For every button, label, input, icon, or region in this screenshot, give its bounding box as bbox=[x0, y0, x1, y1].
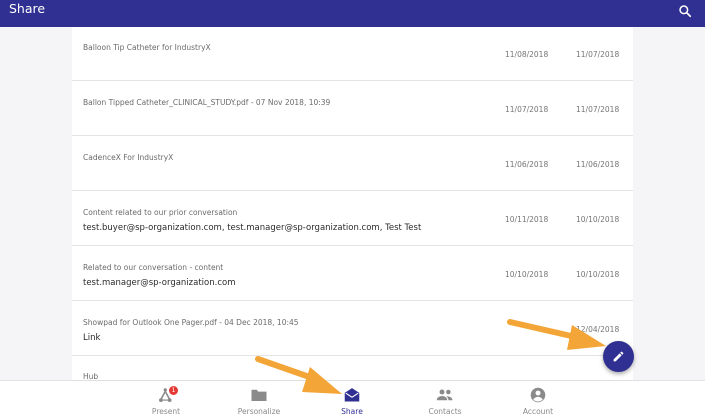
app-header: Share bbox=[0, 0, 705, 27]
list-item[interactable]: Content related to our prior conversatio… bbox=[72, 191, 633, 246]
item-title: Content related to our prior conversatio… bbox=[83, 208, 238, 217]
nav-label: Contacts bbox=[428, 407, 462, 416]
item-recipients: test.manager@sp-organization.com bbox=[83, 278, 236, 288]
list-item[interactable]: Showpad for Outlook One Pager.pdf - 04 D… bbox=[72, 301, 633, 356]
item-date-created: 10/10/2018 bbox=[505, 270, 549, 279]
compose-fab-button[interactable] bbox=[603, 341, 634, 372]
item-title: CadenceX For IndustryX bbox=[83, 153, 174, 162]
list-item[interactable]: Ballon Tipped Catheter_CLINICAL_STUDY.pd… bbox=[72, 81, 633, 136]
item-date-created: 11/06/2018 bbox=[505, 160, 549, 169]
item-date-modified: 11/07/2018 bbox=[576, 105, 620, 114]
nav-label: Present bbox=[151, 407, 181, 416]
item-date-created: 11/07/2018 bbox=[505, 105, 549, 114]
account-icon bbox=[530, 387, 546, 403]
item-title: Related to our conversation - content bbox=[83, 263, 224, 272]
nav-item-personalize[interactable]: Personalize bbox=[224, 381, 294, 420]
list-item[interactable]: CadenceX For IndustryX 11/06/2018 11/06/… bbox=[72, 136, 633, 191]
search-icon bbox=[679, 5, 692, 18]
item-date-modified: 12/04/2018 bbox=[576, 325, 620, 334]
item-date-modified: 10/10/2018 bbox=[576, 270, 620, 279]
app-window: Share Balloon Tip Catheter for IndustryX… bbox=[0, 0, 705, 420]
page-title: Share bbox=[9, 1, 46, 16]
nav-item-account[interactable]: Account bbox=[503, 381, 573, 420]
item-date-modified: 10/10/2018 bbox=[576, 215, 620, 224]
item-date-created: 11/08/2018 bbox=[505, 50, 549, 59]
item-title: Hub bbox=[83, 372, 99, 380]
pencil-icon bbox=[613, 351, 624, 362]
item-share-type: Link bbox=[83, 333, 101, 343]
search-button[interactable] bbox=[678, 3, 696, 19]
nav-item-contacts[interactable]: Contacts bbox=[410, 381, 480, 420]
share-list[interactable]: Balloon Tip Catheter for IndustryX 11/08… bbox=[72, 27, 633, 380]
nav-item-present[interactable]: 1 Present bbox=[131, 381, 201, 420]
list-item[interactable]: Related to our conversation - content te… bbox=[72, 246, 633, 301]
item-date-modified: 11/07/2018 bbox=[576, 50, 620, 59]
item-title: Balloon Tip Catheter for IndustryX bbox=[83, 43, 211, 52]
list-item[interactable]: Balloon Tip Catheter for IndustryX 11/08… bbox=[72, 27, 633, 81]
nav-label: Account bbox=[522, 407, 554, 416]
item-date-created: 10/11/2018 bbox=[505, 215, 549, 224]
notification-badge: 1 bbox=[169, 386, 178, 395]
nav-label: Personalize bbox=[237, 407, 281, 416]
contacts-icon bbox=[436, 389, 453, 401]
envelope-icon bbox=[344, 388, 360, 402]
item-recipients: test.buyer@sp-organization.com, test.man… bbox=[83, 223, 422, 233]
folder-icon bbox=[251, 389, 267, 401]
bottom-navigation: 1 Present Personalize Share Contacts Acc… bbox=[0, 380, 705, 420]
nav-item-share[interactable]: Share bbox=[317, 381, 387, 420]
item-title: Showpad for Outlook One Pager.pdf - 04 D… bbox=[83, 318, 299, 327]
list-item[interactable]: Hub bbox=[72, 356, 633, 380]
item-date-modified: 11/06/2018 bbox=[576, 160, 620, 169]
nav-label: Share bbox=[341, 407, 363, 416]
item-title: Ballon Tipped Catheter_CLINICAL_STUDY.pd… bbox=[83, 98, 331, 107]
